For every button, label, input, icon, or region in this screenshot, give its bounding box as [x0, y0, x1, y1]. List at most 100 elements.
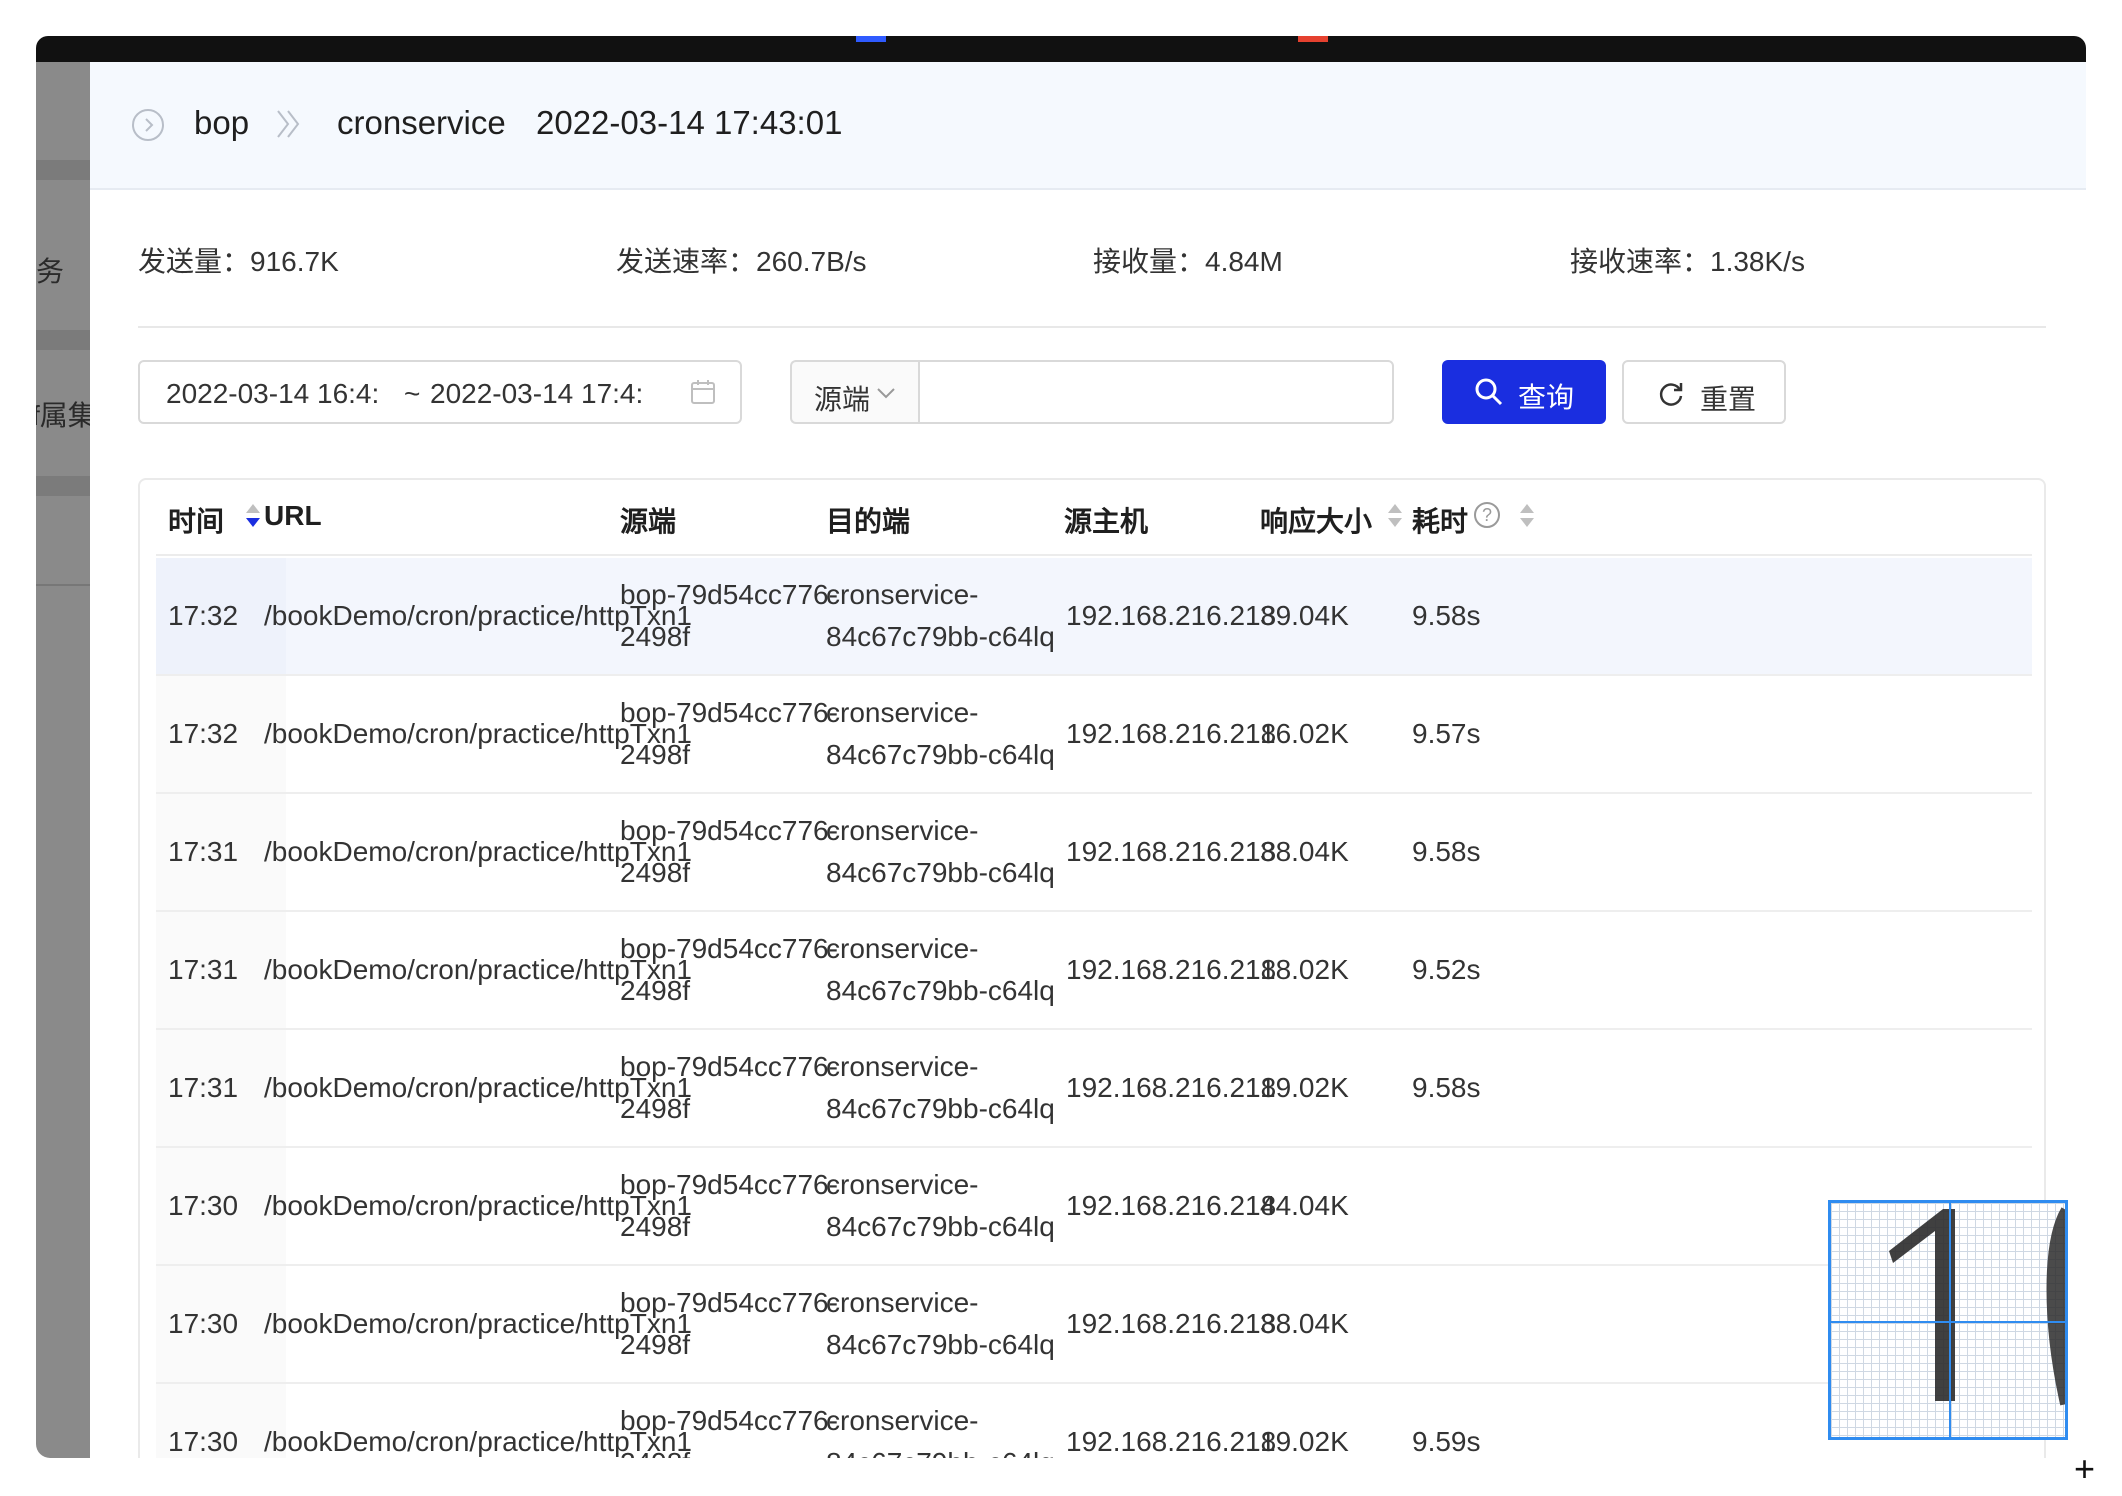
duration-cell: 9.58s — [1412, 600, 1481, 631]
destination-cell-line1: cronservice- — [826, 933, 979, 964]
duration-cell: 9.58s — [1412, 1072, 1481, 1103]
source-host-cell: 192.168.216.218 — [1066, 1072, 1277, 1103]
response-size-cell: 19.02K — [1260, 1072, 1349, 1103]
table-row[interactable]: 17:30/bookDemo/cron/practice/httpTxn1 bop… — [156, 1384, 2032, 1458]
duration-cell: 9.52s — [1412, 954, 1481, 985]
table-row[interactable]: 17:30/bookDemo/cron/practice/httpTxn1 bop… — [156, 1266, 2032, 1384]
time-cell: 17:32 — [168, 718, 239, 749]
source-cell-line2: 2498f — [620, 739, 691, 770]
query-button-label: 查询 — [1518, 382, 1575, 413]
response-size-cell: 38.04K — [1260, 1308, 1349, 1339]
stat-send-rate: 发送速率：260.7B/s — [616, 246, 867, 277]
source-host-cell: 192.168.216.218 — [1066, 1308, 1277, 1339]
time-cell: 17:32 — [168, 600, 239, 631]
source-cell-line2: 2498f — [620, 1329, 691, 1360]
source-cell-line2: 2498f — [620, 975, 691, 1006]
source-cell-line1: bop-79d54cc776- — [620, 1405, 838, 1436]
window-indicator-blue — [856, 36, 886, 42]
stat-send-volume: 发送量：916.7K — [138, 246, 339, 277]
requests-table: 时间 URL 源端 目的端 源主机 响应大小 耗时 ? 17:32/bookDe… — [138, 478, 2046, 1458]
response-size-cell: 19.02K — [1260, 1426, 1349, 1457]
source-cell-line2: 2498f — [620, 1442, 690, 1458]
divider — [138, 326, 2046, 328]
expand-circle-icon[interactable] — [132, 109, 164, 141]
source-cell-line2: 2498f — [620, 1211, 691, 1242]
sort-size-icon[interactable] — [1388, 504, 1402, 532]
reset-button[interactable]: 重置 — [1622, 360, 1786, 424]
source-cell-line2: 2498f — [620, 857, 691, 888]
response-size-cell: 38.04K — [1260, 836, 1349, 867]
source-host-cell: 192.168.216.218 — [1066, 600, 1277, 631]
window-top-bar — [36, 36, 2086, 62]
window-indicator-red — [1298, 36, 1328, 42]
column-header-time[interactable]: 时间 — [168, 500, 224, 540]
destination-cell-line2: 84c67c79bb-c64lq — [826, 857, 1055, 888]
time-cell: 17:31 — [168, 1072, 239, 1103]
date-end[interactable]: 2022-03-14 17:4: — [430, 378, 670, 410]
table-row[interactable]: 17:32/bookDemo/cron/practice/httpTxn1 bop… — [156, 558, 2032, 676]
source-search-input[interactable] — [918, 360, 1394, 424]
date-start[interactable]: 2022-03-14 16:4: — [166, 378, 406, 410]
source-cell-line1: bop-79d54cc776- — [620, 579, 838, 610]
column-header-response-size[interactable]: 响应大小 — [1260, 500, 1372, 540]
destination-cell-line2: 84c67c79bb-c64lq — [826, 621, 1055, 652]
source-cell-line1: bop-79d54cc776- — [620, 1051, 838, 1082]
chevron-down-icon — [877, 388, 895, 399]
sidebar-item-1[interactable]: 务 — [36, 250, 64, 290]
source-host-cell: 192.168.216.218 — [1066, 718, 1277, 749]
time-cell: 17:30 — [168, 1426, 239, 1457]
calendar-icon[interactable] — [690, 379, 716, 405]
response-size-cell: 39.04K — [1260, 600, 1349, 631]
background-sidebar: 务 f属集 — [36, 62, 90, 1458]
destination-cell-line1: cronservice- — [826, 697, 979, 728]
destination-cell-line2: 84c67c79bb-c64lq — [826, 975, 1055, 1006]
source-host-cell: 192.168.216.218 — [1066, 836, 1277, 867]
destination-cell-line2: 84c67c79bb-c64lq — [826, 1442, 1055, 1458]
duration-cell: 9.57s — [1412, 718, 1481, 749]
source-host-cell: 192.168.216.218 — [1066, 1190, 1277, 1221]
source-cell-line1: bop-79d54cc776- — [620, 1287, 838, 1318]
destination-cell-line2: 84c67c79bb-c64lq — [826, 739, 1055, 770]
source-select-label: 源端 — [814, 384, 871, 415]
table-row[interactable]: 17:30/bookDemo/cron/practice/httpTxn1 bop… — [156, 1148, 2032, 1266]
source-host-cell: 192.168.216.218 — [1066, 1426, 1277, 1457]
response-size-cell: 16.02K — [1260, 718, 1349, 749]
destination-cell-line1: cronservice- — [826, 1051, 979, 1082]
table-row[interactable]: 17:31/bookDemo/cron/practice/httpTxn1 bop… — [156, 1030, 2032, 1148]
header-target: cronservice — [337, 104, 506, 141]
source-host-cell: 192.168.216.218 — [1066, 954, 1277, 985]
destination-cell-line1: cronservice- — [826, 1287, 979, 1318]
drawer-header: bop cronservice 2022-03-14 17:43:01 — [90, 62, 2086, 190]
source-cell-line2: 2498f — [620, 621, 691, 652]
table-row[interactable]: 17:32/bookDemo/cron/practice/httpTxn1 bop… — [156, 676, 2032, 794]
help-icon[interactable]: ? — [1474, 502, 1500, 528]
query-button[interactable]: 查询 — [1442, 360, 1606, 424]
date-separator: ~ — [404, 378, 421, 409]
column-header-source: 源端 — [620, 506, 677, 537]
time-cell: 17:31 — [168, 836, 239, 867]
column-header-duration[interactable]: 耗时 — [1412, 500, 1468, 540]
date-range-picker[interactable]: 2022-03-14 16:4: ~ 2022-03-14 17:4: — [138, 360, 742, 424]
table-row[interactable]: 17:31/bookDemo/cron/practice/httpTxn1 bop… — [156, 794, 2032, 912]
crosshair-cursor-icon: + — [2074, 1448, 2096, 1489]
column-header-url: URL — [264, 500, 322, 531]
response-size-cell: 44.04K — [1260, 1190, 1349, 1221]
sidebar-item-2[interactable]: f属集 — [36, 394, 90, 434]
sort-time-icon[interactable] — [246, 504, 260, 532]
zoom-magnifier — [1828, 1200, 2068, 1440]
column-header-destination: 目的端 — [826, 506, 911, 537]
source-cell-line2: 2498f — [620, 1093, 691, 1124]
source-field-select[interactable]: 源端 — [790, 360, 918, 424]
table-row[interactable]: 17:31/bookDemo/cron/practice/httpTxn1 bop… — [156, 912, 2032, 1030]
column-header-source-host: 源主机 — [1064, 506, 1149, 537]
sort-duration-icon[interactable] — [1520, 504, 1534, 532]
stat-recv-volume: 接收量：4.84M — [1093, 246, 1283, 277]
stat-recv-rate: 接收速率：1.38K/s — [1570, 246, 1805, 277]
source-cell-line1: bop-79d54cc776- — [620, 815, 838, 846]
destination-cell-line2: 84c67c79bb-c64lq — [826, 1211, 1055, 1242]
duration-cell: 9.59s — [1412, 1426, 1481, 1457]
destination-cell-line1: cronservice- — [826, 579, 979, 610]
time-cell: 17:31 — [168, 954, 239, 985]
source-cell-line1: bop-79d54cc776- — [620, 1169, 838, 1200]
header-service: bop — [194, 104, 250, 141]
